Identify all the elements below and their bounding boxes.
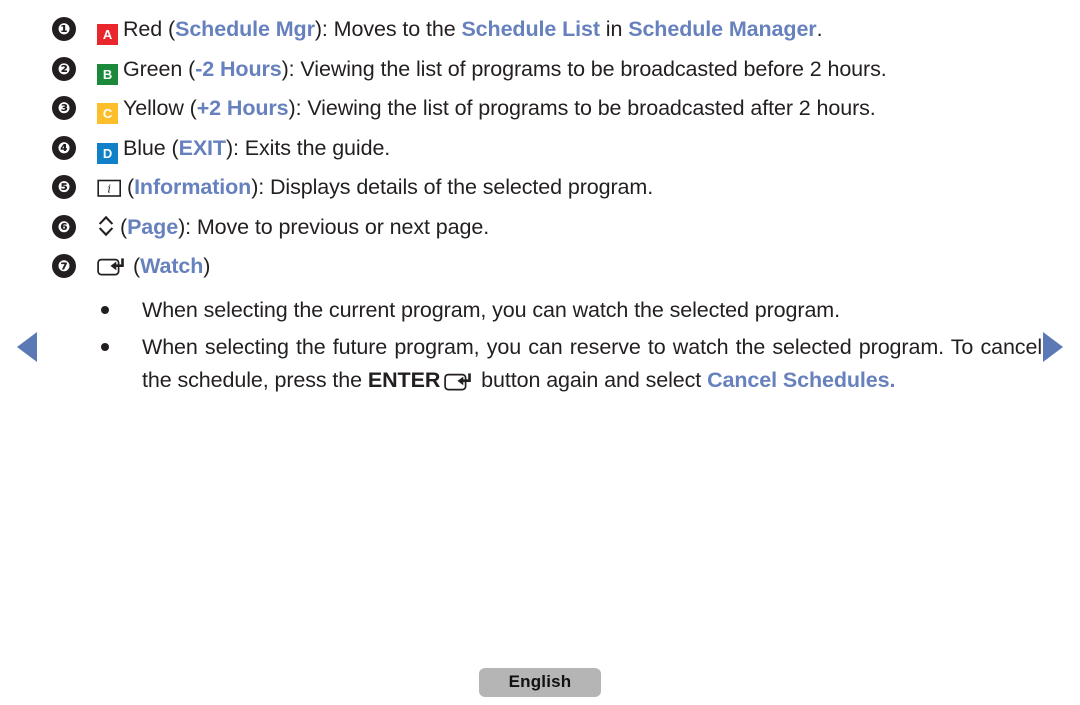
- item-segment-emphasis: Page: [127, 214, 179, 239]
- list-item: When selecting the current program, you …: [101, 294, 1042, 327]
- sub-bullet-list: When selecting the current program, you …: [52, 294, 1042, 397]
- info-key-icon: i: [97, 178, 122, 198]
- item-segment-emphasis: +2 Hours: [196, 96, 289, 120]
- item-segment: .: [816, 17, 823, 41]
- bullet-segment: button again and select: [475, 368, 708, 392]
- list-item: ❻ (Page): Move to previous or next page.: [52, 212, 1042, 243]
- svg-text:i: i: [107, 182, 111, 196]
- item-segment-emphasis: Watch: [140, 254, 204, 278]
- item-segment: ): Moves to the: [314, 17, 462, 41]
- list-item: When selecting the future program, you c…: [101, 331, 1042, 397]
- instruction-list: ❶ A Red (Schedule Mgr): Moves to the Sche…: [0, 14, 1080, 401]
- item-segment: Blue (: [123, 135, 179, 160]
- item-segment-emphasis: Schedule Manager: [628, 17, 817, 41]
- item-segment-emphasis: Schedule List: [461, 17, 600, 41]
- footer: English: [0, 668, 1080, 697]
- language-button[interactable]: English: [478, 668, 602, 697]
- list-item: ❺ i (Information): Displays details of th…: [52, 172, 1042, 203]
- item-segment-emphasis: Schedule Mgr: [175, 17, 315, 41]
- item-number-badge: ❷: [52, 56, 76, 81]
- manual-page: ❶ A Red (Schedule Mgr): Moves to the Sche…: [0, 0, 1080, 705]
- item-number-badge: ❼: [52, 254, 76, 278]
- item-number-badge: ❻: [52, 214, 76, 239]
- color-key-badge-c: C: [97, 103, 118, 124]
- item-number-badge: ❸: [52, 96, 76, 120]
- item-segment: (: [127, 175, 135, 199]
- bullet-text: When selecting the current program, you …: [142, 298, 840, 322]
- page-updown-icon: [97, 214, 115, 238]
- bullet-dot-icon: [101, 306, 109, 314]
- item-segment: ): Move to previous or next page.: [178, 214, 490, 239]
- bullet-segment-enter-label: ENTER: [367, 368, 441, 392]
- color-key-badge-b: B: [97, 63, 118, 85]
- item-segment: Green (: [123, 56, 196, 81]
- list-item: ❷ B Green (-2 Hours): Viewing the list of…: [52, 54, 1042, 85]
- color-key-badge-d: D: [97, 142, 118, 164]
- item-text: B Green (-2 Hours): Viewing the list of p…: [97, 54, 1042, 85]
- item-text: D Blue (EXIT): Exits the guide.: [97, 133, 1042, 164]
- enter-key-icon: [97, 256, 128, 277]
- item-text: A Red (Schedule Mgr): Moves to the Schedu…: [97, 14, 1042, 45]
- item-segment: (: [133, 254, 141, 278]
- item-segment-emphasis: Information: [134, 175, 252, 199]
- bullet-dot-icon: [101, 343, 109, 351]
- item-text: i (Information): Displays details of the …: [97, 172, 1042, 203]
- list-item: ❼ (Watch): [52, 251, 1042, 282]
- list-item: ❹ D Blue (EXIT): Exits the guide.: [52, 133, 1042, 164]
- item-segment-emphasis: EXIT: [178, 135, 226, 160]
- item-number-badge: ❶: [52, 17, 76, 41]
- item-segment: in: [599, 17, 629, 41]
- item-segment: Red (: [123, 17, 176, 41]
- item-segment: ): Viewing the list of programs to be br…: [281, 56, 887, 81]
- item-segment: ): Displays details of the selected prog…: [251, 175, 654, 199]
- item-segment: ): [203, 254, 211, 278]
- bullet-segment-emphasis: Cancel Schedules.: [707, 368, 896, 392]
- list-item: ❶ A Red (Schedule Mgr): Moves to the Sche…: [52, 14, 1042, 45]
- item-segment: (: [120, 214, 128, 239]
- item-number-badge: ❹: [52, 135, 76, 160]
- item-segment: ): Viewing the list of programs to be br…: [288, 96, 876, 120]
- item-segment: ): Exits the guide.: [225, 135, 391, 160]
- item-text: C Yellow (+2 Hours): Viewing the list of …: [97, 93, 1042, 124]
- item-number-badge: ❺: [52, 175, 76, 199]
- item-text: (Page): Move to previous or next page.: [97, 212, 1042, 243]
- color-key-badge-a: A: [97, 24, 118, 45]
- item-segment-emphasis: -2 Hours: [195, 56, 282, 81]
- bullet-text: When selecting the future program, you c…: [142, 331, 1042, 397]
- list-item: ❸ C Yellow (+2 Hours): Viewing the list o…: [52, 93, 1042, 124]
- enter-key-icon: [444, 371, 475, 392]
- item-segment: Yellow (: [123, 96, 197, 120]
- item-text: (Watch): [97, 251, 1042, 282]
